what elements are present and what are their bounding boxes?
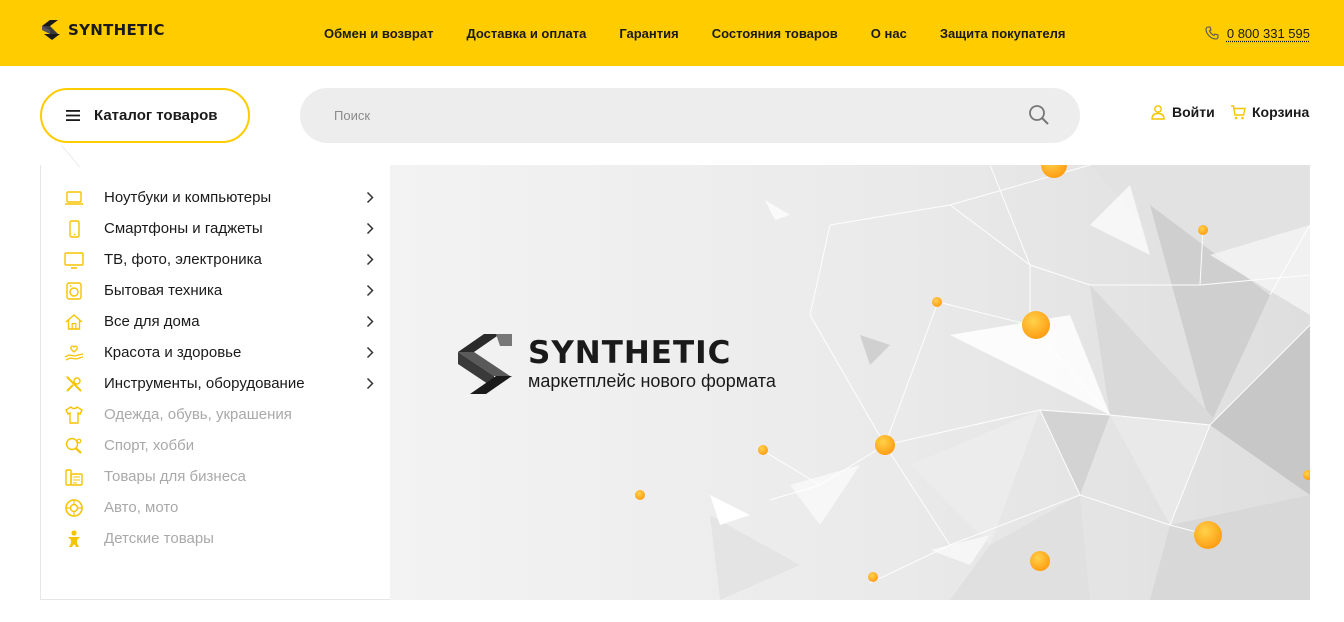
- hand-heart-icon: [63, 342, 85, 364]
- brand-logo-icon: [458, 334, 512, 394]
- catalog-item-label: Детские товары: [104, 530, 214, 547]
- catalog-menu: Ноутбуки и компьютеры Смартфоны и гаджет…: [40, 165, 390, 600]
- catalog-item-label: Спорт, хобби: [104, 437, 195, 454]
- washing-machine-icon: [63, 280, 85, 302]
- menu-icon: [66, 110, 80, 121]
- nav-link-conditions[interactable]: Состояния товаров: [712, 26, 838, 41]
- hero-banner[interactable]: SYNTHETIC маркетплейс нового формата: [390, 165, 1310, 600]
- catalog-item-label: Товары для бизнеса: [104, 468, 246, 485]
- banner-brand-name: SYNTHETIC: [528, 335, 732, 371]
- wheel-icon: [63, 497, 85, 519]
- chevron-right-icon: [366, 377, 374, 390]
- catalog-item-clothing[interactable]: Одежда, обувь, украшения: [41, 399, 390, 430]
- child-icon: [63, 528, 85, 550]
- catalog-item-sport[interactable]: Спорт, хобби: [41, 430, 390, 461]
- catalog-item-label: Бытовая техника: [104, 282, 223, 299]
- catalog-item-auto[interactable]: Авто, мото: [41, 492, 390, 523]
- catalog-item-business[interactable]: Товары для бизнеса: [41, 461, 390, 492]
- chevron-right-icon: [366, 315, 374, 328]
- login-label: Войти: [1172, 104, 1215, 120]
- chevron-right-icon: [366, 346, 374, 359]
- tshirt-icon: [63, 404, 85, 426]
- cart-label: Корзина: [1252, 104, 1310, 120]
- search-input[interactable]: [334, 95, 994, 136]
- top-nav: Обмен и возврат Доставка и оплата Гарант…: [324, 0, 1098, 66]
- cart-button[interactable]: Корзина: [1230, 104, 1309, 120]
- banner-brand: SYNTHETIC маркетплейс нового формата: [456, 330, 776, 398]
- chevron-right-icon: [366, 284, 374, 297]
- chevron-right-icon: [366, 222, 374, 235]
- logo-icon: [42, 20, 60, 40]
- login-button[interactable]: Войти: [1150, 104, 1215, 120]
- banner-tagline: маркетплейс нового формата: [528, 371, 776, 391]
- chevron-right-icon: [366, 253, 374, 266]
- catalog-item-laptops[interactable]: Ноутбуки и компьютеры: [41, 182, 390, 213]
- catalog-button[interactable]: Каталог товаров: [40, 88, 250, 143]
- catalog-item-label: Одежда, обувь, украшения: [104, 406, 292, 423]
- banner-brand-text: SYNTHETIC маркетплейс нового формата: [528, 337, 776, 391]
- phone-link[interactable]: 0 800 331 595: [1205, 0, 1310, 66]
- search-icon[interactable]: [1028, 104, 1050, 126]
- catalog-item-home[interactable]: Все для дома: [41, 306, 390, 337]
- catalog-item-appliances[interactable]: Бытовая техника: [41, 275, 390, 306]
- catalog-item-label: Смартфоны и гаджеты: [104, 220, 263, 237]
- home-icon: [63, 311, 85, 333]
- catalog-item-kids[interactable]: Детские товары: [41, 523, 390, 554]
- catalog-item-smartphones[interactable]: Смартфоны и гаджеты: [41, 213, 390, 244]
- nav-link-warranty[interactable]: Гарантия: [619, 26, 678, 41]
- logo-text: SYNTHETIC: [68, 21, 165, 39]
- top-bar: SYNTHETIC Обмен и возврат Доставка и опл…: [0, 0, 1344, 66]
- catalog-item-label: Красота и здоровье: [104, 344, 242, 361]
- catalog-item-tools[interactable]: Инструменты, оборудование: [41, 368, 390, 399]
- fax-icon: [63, 466, 85, 488]
- catalog-item-label: Авто, мото: [104, 499, 179, 516]
- catalog-item-tv[interactable]: ТВ, фото, электроника: [41, 244, 390, 275]
- catalog-item-beauty[interactable]: Красота и здоровье: [41, 337, 390, 368]
- tv-icon: [63, 249, 85, 271]
- site-logo[interactable]: SYNTHETIC: [40, 16, 165, 44]
- catalog-item-label: Ноутбуки и компьютеры: [104, 189, 272, 206]
- cart-icon: [1231, 105, 1246, 120]
- catalog-item-label: Инструменты, оборудование: [104, 375, 305, 392]
- nav-link-buyer-protection[interactable]: Защита покупателя: [940, 26, 1066, 41]
- phone-number: 0 800 331 595: [1226, 25, 1310, 41]
- ping-pong-icon: [63, 435, 85, 457]
- nav-link-about[interactable]: О нас: [871, 26, 907, 41]
- smartphone-icon: [63, 218, 85, 240]
- nav-link-exchange[interactable]: Обмен и возврат: [324, 26, 433, 41]
- catalog-menu-pointer: [60, 145, 108, 167]
- laptop-icon: [63, 187, 85, 209]
- nav-link-delivery[interactable]: Доставка и оплата: [466, 26, 586, 41]
- tools-icon: [63, 373, 85, 395]
- catalog-button-label: Каталог товаров: [94, 107, 218, 124]
- user-icon: [1151, 105, 1165, 120]
- catalog-item-label: Все для дома: [104, 313, 200, 330]
- catalog-item-label: ТВ, фото, электроника: [104, 251, 262, 268]
- search-bar: [300, 88, 1080, 143]
- chevron-right-icon: [366, 191, 374, 204]
- phone-icon: [1205, 26, 1219, 40]
